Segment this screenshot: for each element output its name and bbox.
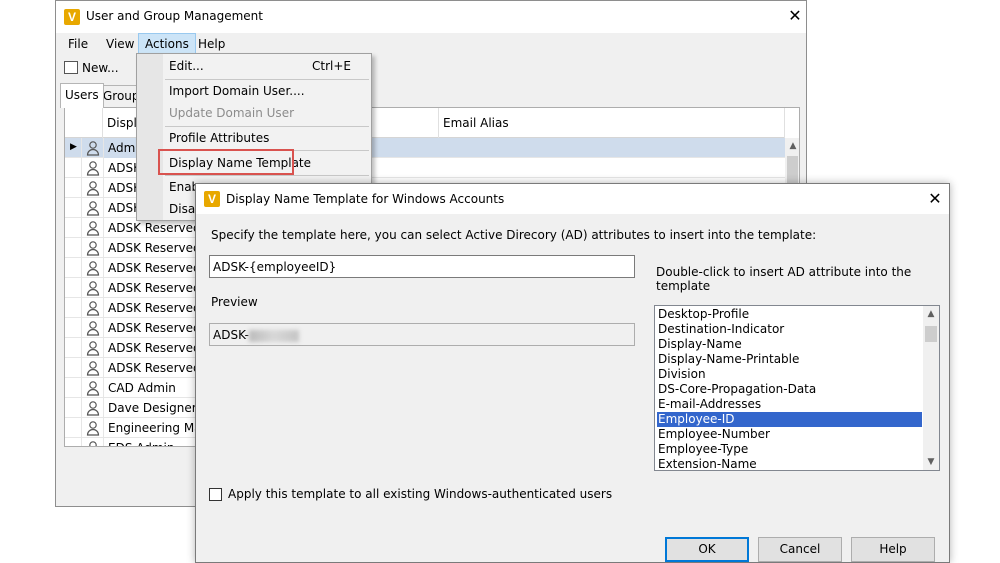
user-icon (85, 380, 101, 396)
menu-item-shortcut: Ctrl+E (312, 59, 351, 73)
attribute-item[interactable]: Employee-ID (657, 412, 922, 427)
app-logo-icon: V (204, 191, 220, 207)
row-selector[interactable] (65, 418, 82, 438)
help-button[interactable]: Help (851, 537, 935, 562)
user-icon (85, 440, 101, 446)
menu-help[interactable]: Help (192, 33, 231, 55)
new-button-label: New... (82, 61, 119, 75)
window-title: User and Group Management (86, 9, 263, 23)
current-row-icon: ▶ (70, 142, 77, 152)
row-selector[interactable] (65, 258, 82, 278)
close-icon[interactable]: ✕ (784, 5, 806, 27)
preview-label: Preview (211, 295, 258, 309)
row-selector[interactable] (65, 178, 82, 198)
highlight-box (158, 149, 294, 175)
apply-all-checkbox[interactable] (209, 488, 222, 501)
row-selector[interactable] (65, 378, 82, 398)
new-button[interactable]: New... (62, 58, 119, 78)
row-selector[interactable] (65, 158, 82, 178)
row-selector[interactable] (65, 358, 82, 378)
ok-button[interactable]: OK (665, 537, 749, 562)
template-input[interactable] (209, 255, 635, 278)
attribute-item[interactable]: Desktop-Profile (657, 307, 922, 322)
user-icon (85, 220, 101, 236)
attribute-item[interactable]: Extension-Name (657, 457, 922, 470)
row-selector[interactable] (65, 318, 82, 338)
preview-field: ADSK- (209, 323, 635, 346)
header-row-selector (65, 108, 103, 138)
instruction-text: Specify the template here, you can selec… (211, 228, 817, 242)
row-selector[interactable] (65, 218, 82, 238)
redacted-value (249, 329, 300, 342)
row-selector[interactable] (65, 338, 82, 358)
apply-all-label[interactable]: Apply this template to all existing Wind… (228, 487, 612, 501)
attribute-item[interactable]: Employee-Type (657, 442, 922, 457)
ad-attribute-list[interactable]: Desktop-Profile Destination-Indicator Disp… (654, 305, 940, 471)
menu-item-profile-attributes[interactable]: Profile Attributes (169, 127, 369, 149)
menu-item-import-domain-user[interactable]: Import Domain User.... (169, 80, 369, 102)
user-icon (85, 240, 101, 256)
user-icon (85, 280, 101, 296)
cancel-button[interactable]: Cancel (758, 537, 842, 562)
row-selector[interactable] (65, 398, 82, 418)
scroll-thumb[interactable] (925, 326, 937, 342)
menu-gutter (137, 54, 163, 220)
attribute-item[interactable]: Employee-Number (657, 427, 922, 442)
close-icon[interactable]: ✕ (924, 188, 946, 210)
attribute-item[interactable]: E-mail-Addresses (657, 397, 922, 412)
scroll-up-icon[interactable]: ▲ (785, 138, 799, 154)
user-icon (85, 140, 101, 156)
preview-value: ADSK- (213, 328, 250, 342)
row-selector[interactable] (65, 438, 82, 446)
attribute-hint-text: Double-click to insert AD attribute into… (656, 265, 912, 293)
user-icon (85, 420, 101, 436)
header-email-alias[interactable]: Email Alias (439, 108, 785, 138)
user-icon (85, 160, 101, 176)
row-selector[interactable] (65, 198, 82, 218)
menu-item-edit[interactable]: Edit... Ctrl+E (169, 55, 369, 77)
attribute-item[interactable]: DS-Core-Propagation-Data (657, 382, 922, 397)
title-bar: V User and Group Management ✕ (56, 1, 806, 33)
user-icon (85, 340, 101, 356)
dialog-title-bar: V Display Name Template for Windows Acco… (196, 184, 949, 214)
menu-view[interactable]: View (100, 33, 140, 55)
attribute-item[interactable]: Division (657, 367, 922, 382)
menu-item-update-domain-user: Update Domain User (169, 106, 295, 120)
user-icon (85, 300, 101, 316)
display-name-template-dialog: V Display Name Template for Windows Acco… (195, 183, 950, 563)
app-logo-icon: V (64, 9, 80, 25)
user-icon (85, 360, 101, 376)
menu-actions[interactable]: Actions (138, 33, 196, 55)
row-selector[interactable] (65, 238, 82, 258)
menu-bar: File View Actions Help (56, 33, 806, 55)
attribute-list-scrollbar[interactable]: ▲ ▼ (923, 306, 939, 470)
menu-item-label: Edit... (169, 59, 204, 73)
row-selector[interactable] (65, 298, 82, 318)
user-icon (85, 180, 101, 196)
new-document-icon (64, 61, 78, 74)
user-icon (85, 400, 101, 416)
attribute-item[interactable]: Display-Name (657, 337, 922, 352)
tab-users[interactable]: Users (60, 83, 104, 108)
attribute-item[interactable]: Destination-Indicator (657, 322, 922, 337)
user-icon (85, 260, 101, 276)
attribute-item[interactable]: Display-Name-Printable (657, 352, 922, 367)
dialog-title: Display Name Template for Windows Accoun… (226, 192, 505, 206)
user-icon (85, 200, 101, 216)
scroll-up-icon[interactable]: ▲ (923, 306, 939, 322)
scroll-thumb[interactable] (787, 156, 798, 186)
scroll-down-icon[interactable]: ▼ (923, 454, 939, 470)
menu-file[interactable]: File (62, 33, 94, 55)
row-selector[interactable] (65, 278, 82, 298)
user-icon (85, 320, 101, 336)
row-selector[interactable]: ▶ (65, 138, 82, 158)
